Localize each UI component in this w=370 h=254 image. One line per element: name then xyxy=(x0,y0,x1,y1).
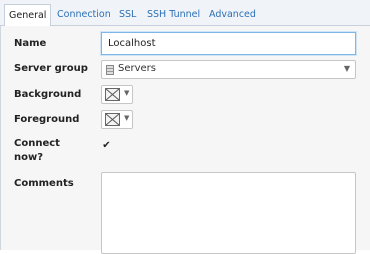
background-color-picker[interactable]: ▼ xyxy=(101,85,133,104)
tab-general[interactable]: General xyxy=(4,4,52,27)
chevron-down-icon: ▼ xyxy=(124,114,130,122)
tab-bar: General Connection SSL SSH Tunnel Advanc… xyxy=(0,0,370,27)
comments-textarea[interactable] xyxy=(101,172,356,254)
connect-now-label-line1: Connect xyxy=(14,138,60,149)
chevron-down-icon: ▼ xyxy=(343,64,350,73)
comments-label: Comments xyxy=(14,178,74,189)
background-label: Background xyxy=(14,89,82,100)
connect-now-checkbox[interactable]: ✔ xyxy=(101,140,112,151)
server-group-value: Servers xyxy=(118,63,157,74)
name-input[interactable]: Localhost xyxy=(101,32,356,55)
server-group-label: Server group xyxy=(14,63,88,74)
connect-now-label-line2: now? xyxy=(14,152,44,163)
no-color-icon xyxy=(105,88,120,101)
foreground-color-picker[interactable]: ▼ xyxy=(101,110,133,129)
tab-connection[interactable]: Connection xyxy=(57,4,111,26)
foreground-label: Foreground xyxy=(14,114,80,125)
name-label: Name xyxy=(14,38,47,49)
no-color-icon xyxy=(105,113,120,126)
chevron-down-icon: ▼ xyxy=(124,89,130,97)
tab-ssl[interactable]: SSL xyxy=(119,4,136,26)
tab-advanced[interactable]: Advanced xyxy=(209,4,256,26)
tab-ssh-tunnel[interactable]: SSH Tunnel xyxy=(147,4,200,26)
server-group-select[interactable]: Servers ▼ xyxy=(101,60,356,79)
server-group-icon xyxy=(106,65,114,75)
